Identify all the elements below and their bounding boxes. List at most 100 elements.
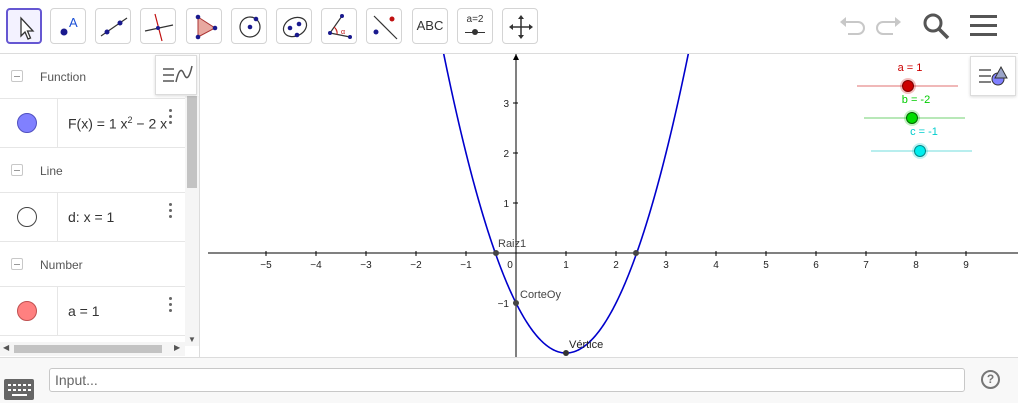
group-header-line[interactable]: Line	[0, 148, 185, 192]
x-tick-label: 1	[563, 260, 569, 271]
slider-dot-icon	[472, 29, 478, 35]
root1-point[interactable]	[493, 250, 499, 256]
line-tool-button[interactable]	[95, 8, 131, 44]
circle-icon	[239, 16, 261, 38]
algebra-style-icon	[163, 65, 193, 83]
slider-a-label: a = 1	[898, 62, 923, 74]
point-tool-button[interactable]: A	[50, 8, 86, 44]
algebra-item-number[interactable]: a = 1	[0, 286, 185, 336]
group-header-number[interactable]: Number	[0, 242, 185, 286]
main-menu-button[interactable]	[968, 10, 1000, 47]
ellipse-tool-button[interactable]	[276, 8, 312, 44]
slider-a[interactable]: a = 1	[857, 62, 958, 94]
slider-tool-button[interactable]: a=2	[457, 8, 493, 44]
more-options-icon[interactable]	[169, 109, 173, 127]
more-options-icon[interactable]	[169, 203, 173, 221]
x-tick-label: −5	[260, 260, 272, 271]
circle-tool-button[interactable]	[231, 8, 267, 44]
search-button[interactable]	[921, 10, 953, 47]
slider-b-label: b = -2	[902, 94, 930, 106]
vertical-scrollbar[interactable]: ▼	[185, 96, 199, 346]
expression-prefix: F(x) = 1 x	[68, 115, 128, 132]
y-tick-label: 2	[503, 149, 509, 160]
x-tick-label: −4	[310, 260, 322, 271]
polygon-tool-button[interactable]	[186, 8, 222, 44]
more-options-icon[interactable]	[169, 297, 173, 315]
slider-tool-label: a=2	[466, 14, 484, 25]
y-tick-label: 3	[503, 99, 509, 110]
x-tick-label: 6	[813, 260, 819, 271]
text-tool-label: ABC	[416, 18, 444, 33]
horizontal-scrollbar[interactable]: ◀ ▶	[0, 342, 185, 356]
x-tick-label: 9	[963, 260, 969, 271]
algebra-item-function[interactable]: F(x) = 1 x2 − 2 x	[0, 98, 185, 148]
perpendicular-line-icon	[144, 13, 174, 42]
polygon-icon	[195, 14, 218, 40]
function-graph[interactable]	[436, 54, 695, 354]
slider-c[interactable]: c = -1	[871, 126, 972, 159]
x-tick-label: −3	[360, 260, 372, 271]
slider-b[interactable]: b = -2	[864, 94, 965, 126]
perpendicular-line-tool-button[interactable]	[140, 8, 176, 44]
reflect-tool-button[interactable]	[366, 8, 402, 44]
move-graphics-view-tool-button[interactable]	[502, 8, 538, 44]
graphics-style-icon	[979, 65, 1008, 86]
graphics-view[interactable]: −5 −4 −3 −2 −1 0 1 2 3 4 5 6 7 8 9 3 2 1 −1 Raiz1 CorteOy…	[200, 54, 1018, 357]
collapse-icon[interactable]	[11, 70, 23, 82]
visibility-marble-icon[interactable]	[17, 301, 37, 321]
divider	[57, 193, 58, 241]
algebra-input-field[interactable]	[49, 368, 965, 392]
toolbar: A α ABC a=2	[0, 0, 1018, 54]
slider-c-handle[interactable]	[914, 145, 926, 157]
function-expression[interactable]: F(x) = 1 x2 − 2 x	[68, 115, 180, 132]
y-axis-ticks: 3 2 1 −1	[498, 99, 518, 310]
scroll-down-arrow-icon[interactable]: ▼	[188, 335, 196, 344]
x-tick-label: 5	[763, 260, 769, 271]
collapse-icon[interactable]	[11, 164, 23, 176]
visibility-marble-icon[interactable]	[17, 113, 37, 133]
keyboard-icon[interactable]	[4, 379, 34, 400]
graphics-canvas[interactable]: −5 −4 −3 −2 −1 0 1 2 3 4 5 6 7 8 9 3 2 1 −1 Raiz1 CorteOy…	[200, 54, 1018, 357]
graphics-style-bar-toggle[interactable]	[970, 56, 1016, 96]
number-expression[interactable]: a = 1	[68, 303, 180, 319]
scrollbar-thumb[interactable]	[187, 96, 197, 188]
algebra-item-line[interactable]: d: x = 1	[0, 192, 185, 242]
text-tool-button[interactable]: ABC	[412, 8, 448, 44]
slider-a-handle[interactable]	[902, 80, 914, 92]
root1-label: Raiz1	[498, 238, 526, 250]
group-label: Number	[40, 258, 83, 272]
move-tool-button[interactable]	[6, 8, 42, 44]
move-arrows-icon	[509, 15, 533, 39]
divider	[57, 99, 58, 147]
undo-button[interactable]	[838, 10, 866, 47]
redo-button[interactable]	[875, 10, 903, 47]
point-icon: A	[60, 15, 78, 36]
algebra-style-bar-toggle[interactable]	[155, 55, 197, 95]
scroll-left-arrow-icon[interactable]: ◀	[3, 343, 9, 352]
angle-tool-button[interactable]: α	[321, 8, 357, 44]
group-label: Line	[40, 164, 63, 178]
cursor-arrow-icon	[20, 16, 35, 40]
x-tick-label: 7	[863, 260, 869, 271]
undo-icon	[840, 17, 865, 35]
collapse-icon[interactable]	[11, 258, 23, 270]
x-tick-label: −2	[410, 260, 422, 271]
visibility-marble-icon[interactable]	[17, 207, 37, 227]
y-intercept-point[interactable]	[513, 300, 519, 306]
x-tick-label: 4	[713, 260, 719, 271]
line-icon	[100, 17, 128, 37]
y-tick-label: −1	[498, 299, 510, 310]
expression-suffix: − 2 x	[132, 115, 168, 132]
x-tick-label: 2	[613, 260, 619, 271]
scrollbar-thumb[interactable]	[14, 345, 162, 353]
help-button[interactable]: ?	[981, 370, 1000, 389]
hamburger-menu-icon	[970, 15, 997, 36]
root2-point[interactable]	[633, 250, 639, 256]
line-expression[interactable]: d: x = 1	[68, 209, 180, 225]
slider-c-label: c = -1	[910, 126, 938, 138]
slider-b-handle[interactable]	[906, 112, 918, 124]
algebra-view: Function F(x) = 1 x2 − 2 x Line d: x = 1…	[0, 54, 200, 357]
scroll-right-arrow-icon[interactable]: ▶	[174, 343, 180, 352]
search-icon	[923, 13, 950, 40]
x-tick-label: 8	[913, 260, 919, 271]
